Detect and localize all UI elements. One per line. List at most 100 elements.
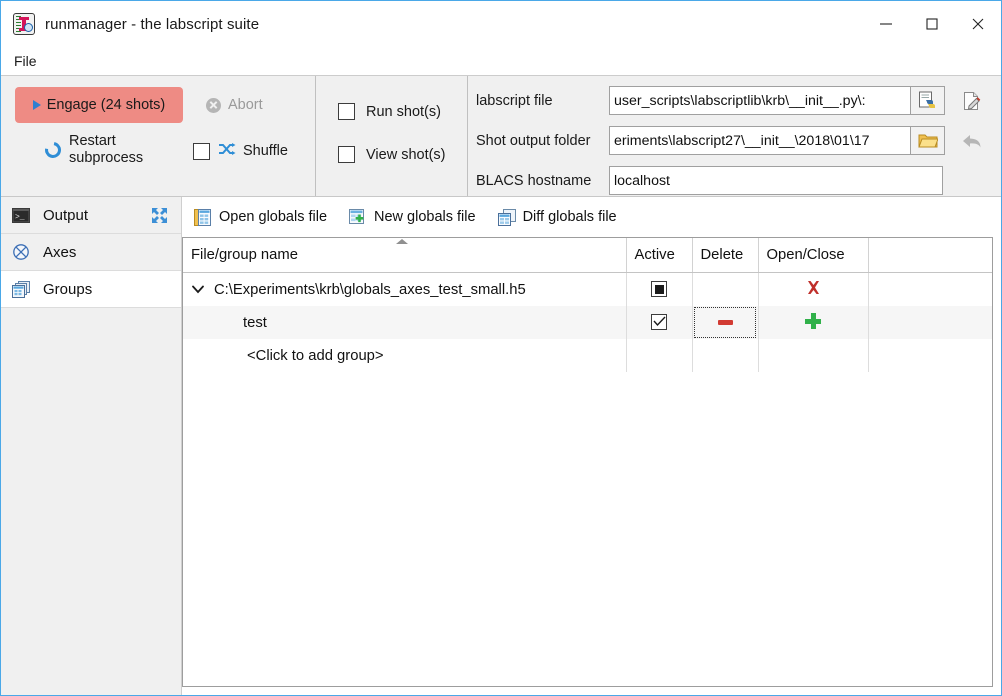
table-row[interactable]: C:\Experiments\krb\globals_axes_test_sma… [183, 272, 992, 307]
new-globals-file-label: New globals file [374, 209, 476, 225]
blacs-hostname-box [609, 166, 943, 195]
delete-cell-selection[interactable] [694, 307, 756, 338]
file-name-label: C:\Experiments\krb\globals_axes_test_sma… [214, 281, 526, 298]
sidebar: >_ Output Axes Groups [1, 197, 182, 695]
sidebar-item-groups[interactable]: Groups [1, 271, 181, 308]
restart-icon [41, 138, 65, 162]
sort-caret-up-icon[interactable] [396, 239, 408, 244]
restart-subprocess-label: Restart subprocess [69, 133, 143, 167]
diff-globals-file-label: Diff globals file [522, 209, 617, 225]
terminal-icon: >_ [11, 207, 31, 223]
runmanager-icon [13, 13, 35, 35]
shuffle-checkbox[interactable] [193, 142, 210, 160]
run-shots-control[interactable]: Run shot(s) [338, 103, 441, 120]
folder-browse-icon[interactable] [910, 127, 944, 154]
open-globals-file-icon [194, 208, 212, 226]
shot-output-folder-row: Shot output folder [476, 126, 1001, 155]
sidebar-item-output[interactable]: >_ Output [1, 197, 181, 234]
play-icon [32, 100, 41, 110]
shot-output-folder-input[interactable] [610, 127, 910, 154]
shot-output-folder-label: Shot output folder [476, 132, 591, 149]
view-shots-label: View shot(s) [366, 146, 446, 163]
close-x-icon[interactable] [806, 281, 821, 299]
diff-globals-file-icon [497, 208, 516, 226]
add-group-label: <Click to add group> [247, 347, 384, 364]
python-file-browse-icon[interactable] [910, 87, 944, 114]
open-globals-file-button[interactable]: Open globals file [194, 208, 328, 226]
reset-arrow-icon[interactable] [957, 126, 987, 155]
labscript-file-input[interactable] [610, 87, 910, 114]
column-header-delete[interactable]: Delete [692, 238, 759, 273]
active-cell [626, 339, 693, 372]
new-globals-file-icon [349, 208, 367, 226]
shuffle-control[interactable]: Shuffle [193, 142, 288, 160]
edit-file-icon[interactable] [957, 86, 987, 115]
delete-cell[interactable] [692, 306, 759, 339]
active-cell[interactable] [626, 306, 693, 339]
open-globals-file-label: Open globals file [219, 209, 328, 225]
shuffle-icon [218, 142, 236, 160]
abort-icon [206, 97, 221, 113]
row-spacer-cell [868, 339, 992, 372]
restart-subprocess-button[interactable]: Restart subprocess [41, 133, 143, 167]
file-name-cell[interactable]: C:\Experiments\krb\globals_axes_test_sma… [183, 272, 627, 306]
minus-icon[interactable] [717, 320, 733, 325]
main-window: runmanager - the labscript suite File En… [0, 0, 1002, 696]
active-checkbox-checked[interactable] [651, 313, 667, 330]
maximize-icon[interactable] [909, 1, 955, 47]
delete-cell [692, 272, 759, 306]
engage-button[interactable]: Engage (24 shots) [15, 87, 183, 123]
labscript-file-label: labscript file [476, 92, 553, 109]
sidebar-item-groups-label: Groups [43, 280, 93, 298]
labscript-file-row: labscript file [476, 86, 1001, 115]
open-close-cell[interactable] [758, 272, 869, 306]
minimize-icon[interactable] [863, 1, 909, 47]
body: >_ Output Axes Groups Open globals file … [1, 197, 1001, 695]
row-spacer-cell [868, 273, 992, 307]
close-icon[interactable] [955, 1, 1001, 47]
toolbar-group-control: Engage (24 shots) Abort Restart subproce… [1, 76, 316, 196]
toolbar-group-shots: Run shot(s) View shot(s) [316, 76, 468, 196]
globals-table: File/group name Active Delete Open/Close [183, 238, 992, 372]
restart-label-line1: Restart [69, 133, 116, 149]
row-spacer-cell [868, 306, 992, 339]
run-shots-checkbox[interactable] [338, 103, 355, 120]
toolbar-group-fields: labscript file:\user_scripts\labscriptl… [468, 76, 1001, 196]
shot-output-folder-box [609, 126, 945, 155]
view-shots-control[interactable]: View shot(s) [338, 146, 446, 163]
abort-button[interactable]: Abort [206, 87, 263, 123]
column-header-active[interactable]: Active [626, 238, 693, 273]
groups-windows-icon [11, 280, 31, 298]
title-bar: runmanager - the labscript suite [1, 1, 1001, 47]
open-close-cell [758, 339, 869, 372]
delete-cell [692, 339, 759, 372]
group-name-label: test [243, 314, 267, 331]
expand-arrows-icon[interactable] [151, 207, 168, 228]
chevron-down-icon[interactable] [191, 285, 205, 294]
blacs-hostname-input[interactable] [610, 167, 942, 194]
sidebar-item-axes-label: Axes [43, 243, 77, 261]
blacs-hostname-label: BLACS hostname [476, 172, 592, 189]
blacs-hostname-row: BLACS hostname [476, 166, 1001, 195]
labscript-file-box [609, 86, 945, 115]
view-shots-checkbox[interactable] [338, 146, 355, 163]
menu-item-file[interactable]: File [5, 50, 46, 72]
add-group-cell[interactable]: <Click to add group> [183, 339, 627, 372]
shuffle-label: Shuffle [243, 143, 288, 159]
main-panel: Open globals file New globals file Diff … [182, 197, 1001, 695]
plus-icon[interactable] [805, 312, 821, 329]
column-header-spacer [868, 238, 992, 273]
group-name-cell[interactable]: test [183, 306, 627, 339]
column-header-open-close[interactable]: Open/Close [758, 238, 869, 273]
sidebar-item-axes[interactable]: Axes [1, 234, 181, 271]
table-row[interactable]: test [183, 306, 992, 339]
diff-globals-file-button[interactable]: Diff globals file [497, 208, 617, 226]
table-row[interactable]: <Click to add group> [183, 339, 992, 372]
svg-text:>_: >_ [15, 213, 25, 222]
new-globals-file-button[interactable]: New globals file [349, 208, 476, 226]
active-checkbox-partial[interactable] [651, 281, 667, 298]
active-cell[interactable] [626, 272, 693, 306]
engage-button-label: Engage (24 shots) [46, 97, 166, 113]
open-close-cell[interactable] [758, 306, 869, 339]
table-header-row: File/group name Active Delete Open/Close [183, 238, 992, 273]
